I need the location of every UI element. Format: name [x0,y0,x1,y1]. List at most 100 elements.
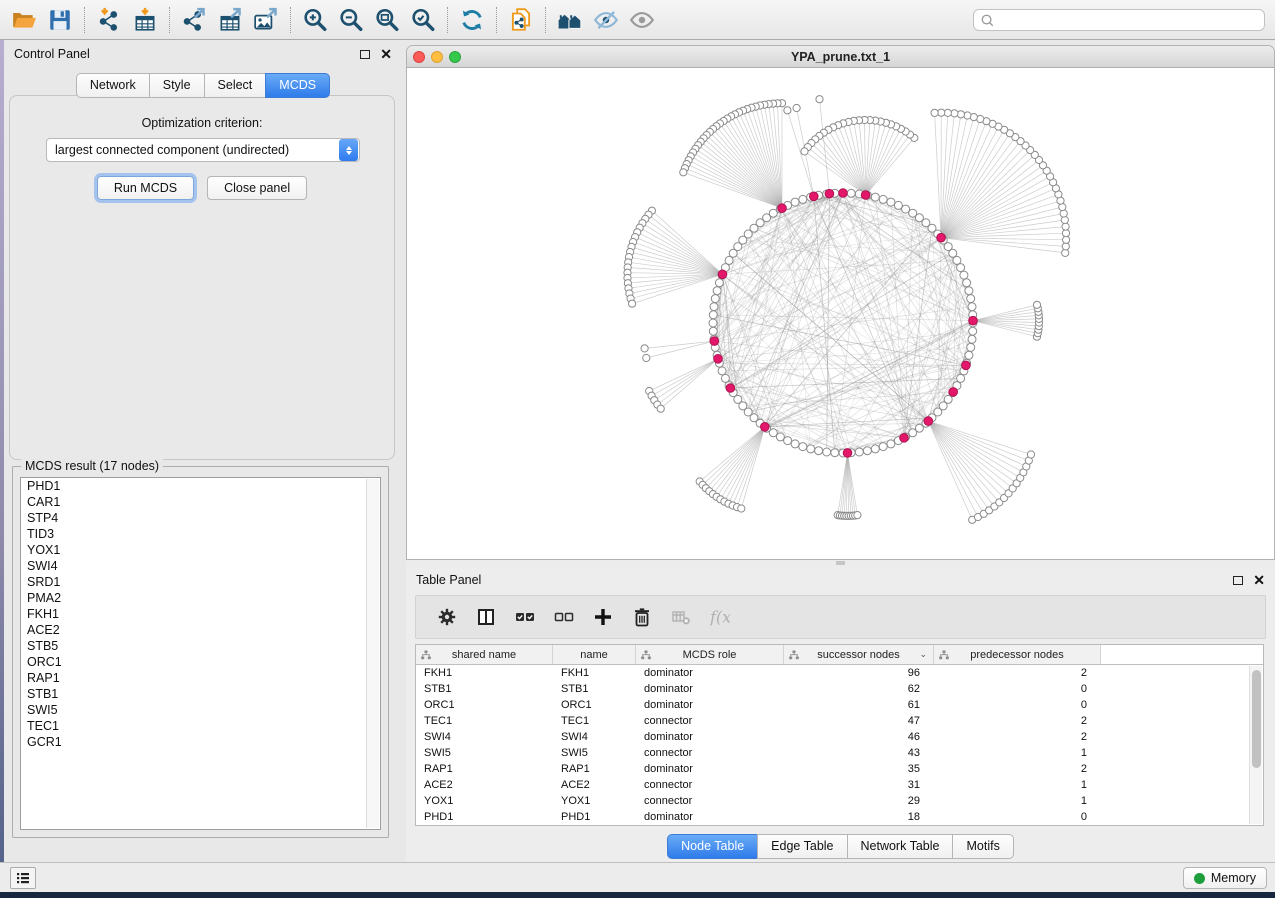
mcds-result-item[interactable]: FKH1 [21,606,380,622]
cell-shared_name[interactable]: RAP1 [416,761,553,777]
tab-network[interactable]: Network [76,73,149,98]
table-row[interactable]: ORC1ORC1dominator610 [416,697,1263,713]
select-all-button[interactable] [512,604,538,630]
cell-predecessor_nodes[interactable]: 2 [934,713,1101,729]
cell-predecessor_nodes[interactable]: 2 [934,761,1101,777]
mcds-result-item[interactable]: ACE2 [21,622,380,638]
mcds-result-item[interactable]: CAR1 [21,494,380,510]
search-input[interactable] [995,11,1264,29]
close-panel-button[interactable]: Close panel [207,176,307,200]
mcds-result-item[interactable]: TEC1 [21,718,380,734]
cell-predecessor_nodes[interactable]: 0 [934,681,1101,697]
cell-predecessor_nodes[interactable]: 1 [934,777,1101,793]
cell-name[interactable]: FKH1 [553,665,636,681]
cell-mcds_role[interactable]: dominator [636,729,784,745]
cell-mcds_role[interactable]: connector [636,745,784,761]
cell-shared_name[interactable]: TEC1 [416,713,553,729]
cell-successor_nodes[interactable]: 62 [784,681,934,697]
tab-style[interactable]: Style [149,73,204,98]
cell-name[interactable]: PHD1 [553,809,636,825]
zoom-in-button[interactable] [297,4,333,36]
cell-predecessor_nodes[interactable]: 2 [934,665,1101,681]
column-header-MCDS-role[interactable]: MCDS role [636,645,784,664]
tab-node-table[interactable]: Node Table [667,834,757,859]
run-mcds-button[interactable]: Run MCDS [97,176,194,200]
close-panel-icon[interactable]: ✕ [380,49,392,59]
table-row[interactable]: TEC1TEC1connector472 [416,713,1263,729]
table-row[interactable]: PHD1PHD1dominator180 [416,809,1263,825]
open-file-button[interactable] [6,4,42,36]
tab-select[interactable]: Select [204,73,266,98]
search-box[interactable] [973,9,1265,31]
zoom-out-button[interactable] [333,4,369,36]
mcds-result-item[interactable]: SWI5 [21,702,380,718]
table-row[interactable]: SWI5SWI5connector431 [416,745,1263,761]
mcds-list-scrollbar[interactable] [366,479,379,828]
cell-name[interactable]: SWI5 [553,745,636,761]
cell-name[interactable]: SWI4 [553,729,636,745]
mcds-result-item[interactable]: YOX1 [21,542,380,558]
mcds-result-item[interactable]: RAP1 [21,670,380,686]
cell-mcds_role[interactable]: dominator [636,681,784,697]
delete-columns-button[interactable] [629,604,655,630]
mcds-result-item[interactable]: GCR1 [21,734,380,750]
tab-edge-table[interactable]: Edge Table [757,834,846,859]
show-columns-button[interactable] [473,604,499,630]
network-window-titlebar[interactable]: YPA_prune.txt_1 [407,46,1274,68]
cell-mcds_role[interactable]: dominator [636,809,784,825]
cell-name[interactable]: ORC1 [553,697,636,713]
import-table-button[interactable] [127,4,163,36]
table-row[interactable]: YOX1YOX1connector291 [416,793,1263,809]
float-panel-icon[interactable] [360,50,370,59]
cell-predecessor_nodes[interactable]: 1 [934,745,1101,761]
table-row[interactable]: FKH1FKH1dominator962 [416,665,1263,681]
add-column-button[interactable] [590,604,616,630]
cell-mcds_role[interactable]: dominator [636,665,784,681]
float-panel-icon[interactable] [1233,576,1243,585]
close-panel-icon[interactable]: ✕ [1253,575,1265,585]
cell-successor_nodes[interactable]: 43 [784,745,934,761]
cell-shared_name[interactable]: PHD1 [416,809,553,825]
cell-successor_nodes[interactable]: 96 [784,665,934,681]
tab-motifs[interactable]: Motifs [952,834,1013,859]
column-header-shared-name[interactable]: shared name [416,645,553,664]
mcds-result-item[interactable]: STB5 [21,638,380,654]
refresh-button[interactable] [454,4,490,36]
column-header-name[interactable]: name [553,645,636,664]
cell-name[interactable]: RAP1 [553,761,636,777]
tab-mcds[interactable]: MCDS [265,73,330,98]
cell-successor_nodes[interactable]: 18 [784,809,934,825]
cell-shared_name[interactable]: ACE2 [416,777,553,793]
mcds-result-item[interactable]: STP4 [21,510,380,526]
mcds-result-item[interactable]: STB1 [21,686,380,702]
show-all-button[interactable] [624,4,660,36]
cell-predecessor_nodes[interactable]: 2 [934,729,1101,745]
tab-network-table[interactable]: Network Table [847,834,953,859]
mcds-result-item[interactable]: SRD1 [21,574,380,590]
cell-mcds_role[interactable]: connector [636,713,784,729]
export-image-button[interactable] [248,4,284,36]
cell-name[interactable]: STB1 [553,681,636,697]
network-canvas[interactable] [407,68,1274,559]
optimization-criterion-select[interactable]: largest connected component (undirected) [46,138,360,162]
column-header-predecessor-nodes[interactable]: predecessor nodes [934,645,1101,664]
cell-predecessor_nodes[interactable]: 0 [934,809,1101,825]
gear-button[interactable] [434,604,460,630]
save-session-button[interactable] [42,4,78,36]
export-table-button[interactable] [212,4,248,36]
cell-shared_name[interactable]: SWI4 [416,729,553,745]
memory-button[interactable]: Memory [1183,867,1267,889]
task-history-button[interactable] [10,867,36,889]
column-header-successor-nodes[interactable]: successor nodes⌄ [784,645,934,664]
cell-name[interactable]: TEC1 [553,713,636,729]
table-row[interactable]: STB1STB1dominator620 [416,681,1263,697]
mcds-result-item[interactable]: SWI4 [21,558,380,574]
cell-successor_nodes[interactable]: 47 [784,713,934,729]
deselect-all-button[interactable] [551,604,577,630]
export-network-button[interactable] [176,4,212,36]
cell-mcds_role[interactable]: dominator [636,697,784,713]
cell-mcds_role[interactable]: connector [636,777,784,793]
table-scrollbar[interactable] [1249,666,1262,824]
hide-selected-button[interactable] [588,4,624,36]
cell-mcds_role[interactable]: connector [636,793,784,809]
